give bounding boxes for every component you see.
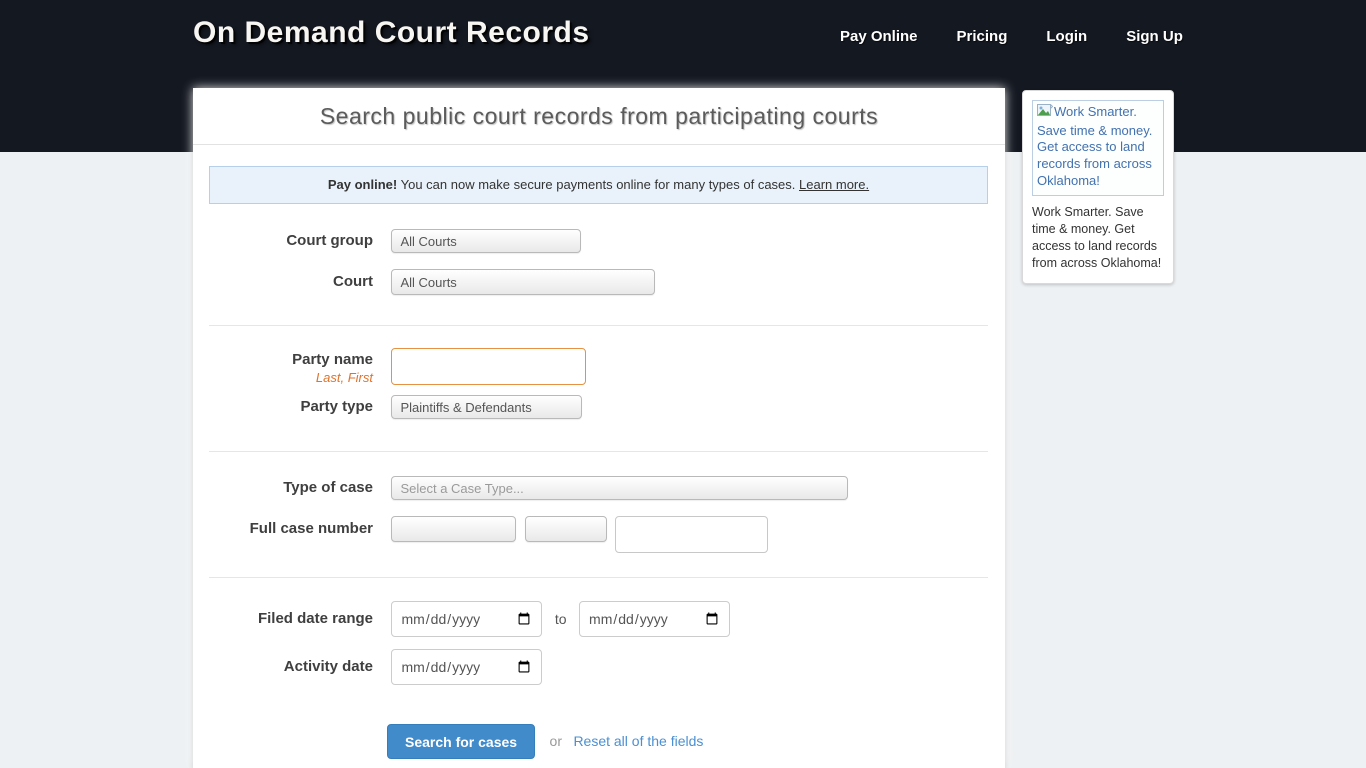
court-group-label: Court group [209,229,373,253]
case-number-row: Full case number [209,516,988,553]
broken-image-icon [1037,104,1053,123]
filed-date-joiner: to [555,601,567,637]
party-type-row: Party type Plaintiffs & Defendants [209,395,988,419]
party-name-row: Party name Last, First [209,348,988,387]
banner-text: You can now make secure payments online … [397,177,799,192]
divider [209,577,988,578]
banner-bold-text: Pay online! [328,177,397,192]
divider [209,451,988,452]
activity-date-label: Activity date [209,649,373,685]
filed-date-from-input[interactable] [391,601,542,637]
case-number-part2-select[interactable] [525,516,607,542]
filed-date-to-input[interactable] [579,601,730,637]
case-type-row: Type of case Select a Case Type... [209,476,988,500]
nav-login[interactable]: Login [1046,28,1087,45]
filed-date-label: Filed date range [209,601,373,637]
learn-more-link[interactable]: Learn more. [799,177,869,192]
party-name-label: Party name [292,351,373,368]
court-group-select[interactable]: All Courts [391,229,581,253]
site-logo[interactable]: On Demand Court Records [193,16,590,50]
card-header: Search public court records from partici… [193,88,1005,145]
case-number-part3-input[interactable] [615,516,768,553]
party-type-label: Party type [209,395,373,419]
court-select[interactable]: All Courts [391,269,655,295]
case-number-label: Full case number [209,516,373,541]
search-card: Search public court records from partici… [193,88,1005,768]
party-type-select[interactable]: Plaintiffs & Defendants [391,395,582,419]
activity-date-row: Activity date [209,649,988,685]
actions-row: Search for cases or Reset all of the fie… [387,724,988,759]
reset-fields-link[interactable]: Reset all of the fields [573,724,703,759]
sidebar-ad: Work Smarter. Save time & money. Get acc… [1022,90,1174,284]
party-name-input[interactable] [391,348,586,385]
divider [209,325,988,326]
court-label: Court [209,269,373,295]
or-text: or [550,724,562,759]
ad-alt-text: Work Smarter. Save time & money. Get acc… [1037,104,1152,188]
page-title: Search public court records from partici… [193,88,1005,145]
nav-pay-online[interactable]: Pay Online [840,28,918,45]
main-nav: Pay Online Pricing Login Sign Up [840,28,1183,45]
nav-sign-up[interactable]: Sign Up [1126,28,1183,45]
pay-online-banner: Pay online! You can now make secure paym… [209,166,988,204]
ad-caption: Work Smarter. Save time & money. Get acc… [1032,204,1164,272]
case-type-select[interactable]: Select a Case Type... [391,476,848,500]
ad-image-placeholder[interactable]: Work Smarter. Save time & money. Get acc… [1032,100,1164,196]
case-type-label: Type of case [209,476,373,500]
filed-date-row: Filed date range to [209,601,988,637]
nav-pricing[interactable]: Pricing [957,28,1008,45]
search-for-cases-button[interactable]: Search for cases [387,724,535,759]
case-number-part1-select[interactable] [391,516,516,542]
party-name-hint: Last, First [316,370,373,385]
court-row: Court All Courts [209,269,988,295]
court-group-row: Court group All Courts [209,229,988,253]
activity-date-input[interactable] [391,649,542,685]
